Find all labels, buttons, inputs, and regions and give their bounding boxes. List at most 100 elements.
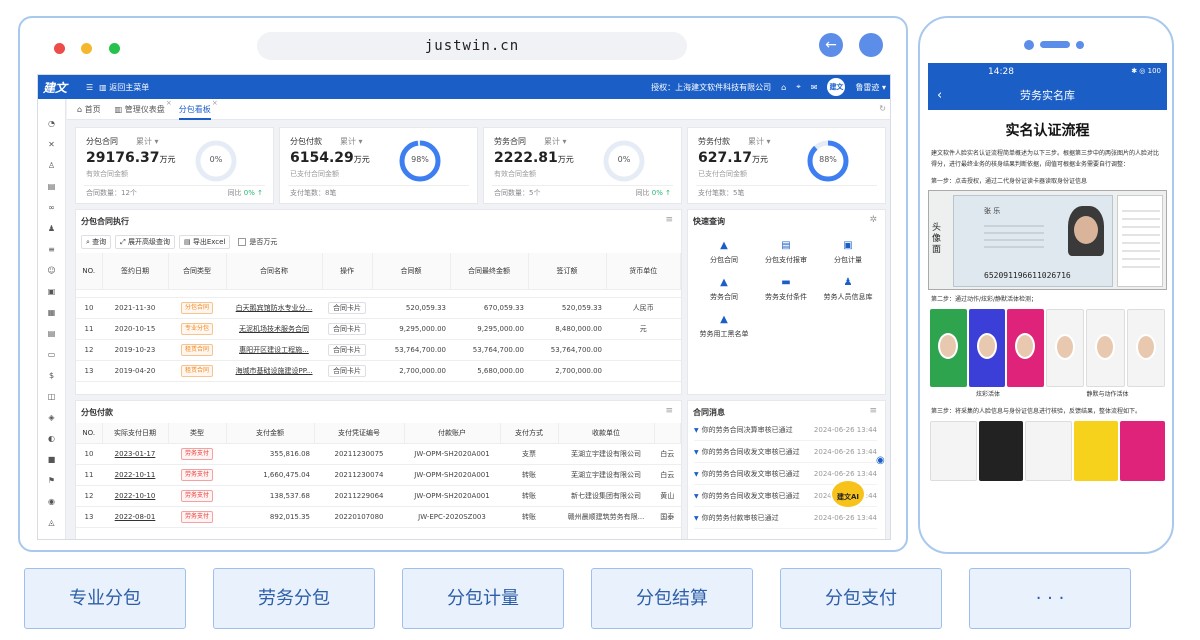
module-subcontract-payment[interactable]: 分包支付 <box>780 568 942 629</box>
table-row[interactable] <box>76 289 681 298</box>
tab-home[interactable]: ⌂ 首页 <box>77 99 101 120</box>
sidebar-doc-icon[interactable]: ▣ <box>47 287 56 296</box>
kpi-period-select[interactable]: 累计 ▾ <box>544 136 567 147</box>
date-link[interactable]: 2022-10-11 <box>115 471 156 479</box>
quick-item[interactable]: ♟ 劳务人员信息库 <box>818 277 878 302</box>
app-logo[interactable]: 建文 <box>38 79 80 96</box>
tab-close-icon[interactable]: × <box>166 93 172 114</box>
username[interactable]: 鲁雷迹 ▾ <box>855 82 886 93</box>
cell-date[interactable]: 2022-10-10 <box>102 485 168 507</box>
date-link[interactable]: 2022-10-10 <box>115 492 156 500</box>
quick-item[interactable]: ▤ 分包支付报审 <box>756 240 816 265</box>
avatar[interactable]: 建文 <box>827 78 846 96</box>
back-arrow-icon[interactable]: ← <box>819 33 843 57</box>
sidebar-box-icon[interactable]: ■ <box>47 455 56 464</box>
date-link[interactable]: 2022-08-01 <box>115 513 156 521</box>
menu-icon[interactable]: ≡ <box>665 406 673 416</box>
contract-card-button[interactable]: 合同卡片 <box>328 301 366 314</box>
sidebar-flag-icon[interactable]: ⚑ <box>47 476 56 485</box>
module-subcontract-measure[interactable]: 分包计量 <box>402 568 564 629</box>
url-bar[interactable]: justwin.cn <box>257 32 687 60</box>
sidebar-link-icon[interactable]: ∞ <box>47 203 56 212</box>
table-row[interactable]: 11 2020-10-15 专业分包 无泥机场技术服务合同 合同卡片 9,295… <box>76 318 681 340</box>
contract-card-button[interactable]: 合同卡片 <box>328 364 366 377</box>
query-button[interactable]: ⌕ 查询 <box>81 235 112 249</box>
contract-name-link[interactable]: 无泥机场技术服务合同 <box>239 325 309 333</box>
table-row[interactable]: 12 2022-10-10 劳务支付 138,537.68 2021122906… <box>76 485 681 507</box>
minimize-dot-icon[interactable] <box>81 43 92 54</box>
module-more[interactable]: · · · <box>969 568 1131 629</box>
org-chart-icon[interactable]: ⌖ <box>796 82 801 92</box>
sidebar-circle-icon[interactable]: ◉ <box>47 497 56 506</box>
wanyuan-checkbox[interactable]: 是否万元 <box>238 235 277 249</box>
eye-icon[interactable]: ◉ <box>876 455 885 466</box>
settings-icon[interactable]: ✲ <box>869 215 877 225</box>
sidebar-money-icon[interactable]: $ <box>47 371 56 380</box>
contract-name-link[interactable]: 白天鹅宾馆防水专业分... <box>236 304 313 312</box>
menu-icon[interactable]: ≡ <box>869 406 877 416</box>
cell-name[interactable]: 惠阳开区建设工程施... <box>226 339 322 361</box>
contract-card-button[interactable]: 合同卡片 <box>328 322 366 335</box>
sidebar-users-icon[interactable]: ♙ <box>47 161 56 170</box>
back-main-menu-link[interactable]: ▥ 返回主菜单 <box>99 82 149 93</box>
kpi-period-select[interactable]: 累计 ▾ <box>136 136 159 147</box>
contract-name-link[interactable]: 惠阳开区建设工程施... <box>239 346 309 354</box>
tab-subcontract-board[interactable]: 分包看板 × <box>178 99 218 120</box>
kpi-card-subcontract[interactable]: 分包合同 累计 ▾ 29176.37万元 有效合同金额 0% 合同数量：12个 … <box>75 127 274 204</box>
module-labor-subcontract[interactable]: 劳务分包 <box>213 568 375 629</box>
sidebar-user-icon[interactable]: ☺ <box>47 266 56 275</box>
home-icon[interactable]: ⌂ <box>781 83 786 92</box>
close-dot-icon[interactable] <box>54 43 65 54</box>
menu-icon[interactable]: ≡ <box>665 215 673 225</box>
sidebar-stack-icon[interactable]: ◫ <box>47 392 56 401</box>
table-row[interactable]: 12 2019-10-23 租赁合同 惠阳开区建设工程施... 合同卡片 53,… <box>76 339 681 361</box>
cell-name[interactable]: 白天鹅宾馆防水专业分... <box>226 297 322 319</box>
back-chevron-icon[interactable]: ‹ <box>937 81 942 110</box>
tab-dashboard[interactable]: ▥ 管理仪表盘 × <box>115 99 172 120</box>
export-excel-button[interactable]: ▤ 导出Excel <box>178 235 231 249</box>
table-row[interactable]: 13 2022-08-01 劳务支付 892,015.35 2022010708… <box>76 506 681 528</box>
sidebar-tools-icon[interactable]: ✕ <box>47 140 56 149</box>
sidebar-book-icon[interactable]: ▦ <box>47 308 56 317</box>
circle-button[interactable] <box>859 33 883 57</box>
cell-date[interactable]: 2022-08-01 <box>102 506 168 528</box>
table-row[interactable]: 10 2023-01-17 劳务支付 355,816.08 2021123007… <box>76 443 681 465</box>
quick-item[interactable]: ▲ 劳务合同 <box>694 277 754 302</box>
chat-icon[interactable]: ✉ <box>811 83 818 92</box>
sidebar-bulb-icon[interactable]: ◈ <box>47 413 56 422</box>
advanced-query-button[interactable]: ⤢ 展开高级查询 <box>115 235 175 249</box>
table-row[interactable]: 11 2022-10-11 劳务支付 1,660,475.04 20211230… <box>76 464 681 486</box>
sidebar-chart-icon[interactable]: ▤ <box>47 182 56 191</box>
cell-date[interactable]: 2023-01-17 <box>102 443 168 465</box>
kpi-card-subcontract-payment[interactable]: 分包付款 累计 ▾ 6154.29万元 已支付合同金额 98% 支付笔数：8笔 <box>279 127 478 204</box>
maximize-dot-icon[interactable] <box>109 43 120 54</box>
hamburger-menu-icon[interactable]: ☰ <box>86 83 93 92</box>
ai-assistant-button[interactable]: 建文AI <box>830 479 866 509</box>
quick-item[interactable]: ▲ 劳务用工黑名单 <box>694 314 754 339</box>
sidebar-shield-icon[interactable]: ◐ <box>47 434 56 443</box>
cell-name[interactable]: 无泥机场技术服务合同 <box>226 318 322 340</box>
sidebar-report-icon[interactable]: ▤ <box>47 329 56 338</box>
message-item[interactable]: ▼你的劳务合同收发文审核已通过 2024-06-26 13:44 <box>694 441 877 463</box>
table-row[interactable]: 10 2021-11-30 分包合同 白天鹅宾馆防水专业分... 合同卡片 52… <box>76 297 681 319</box>
quick-item[interactable]: ▬ 劳务支付条件 <box>756 277 816 302</box>
refresh-icon[interactable]: ↻ <box>879 104 886 113</box>
kpi-card-labor-contract[interactable]: 劳务合同 累计 ▾ 2222.81万元 有效合同金额 0% 合同数量：5个 同比… <box>483 127 682 204</box>
kpi-period-select[interactable]: 累计 ▾ <box>748 136 771 147</box>
sidebar-dashboard-icon[interactable]: ◔ <box>47 119 56 128</box>
date-link[interactable]: 2023-01-17 <box>115 450 156 458</box>
table-row[interactable]: 13 2019-04-20 租赁合同 海城市基础设施建设PP... 合同卡片 2… <box>76 360 681 382</box>
cell-name[interactable]: 海城市基础设施建设PP... <box>226 360 322 382</box>
contract-card-button[interactable]: 合同卡片 <box>328 343 366 356</box>
sidebar-more-icon[interactable]: ◬ <box>47 518 56 527</box>
message-item[interactable]: ▼ 你的劳务合同决算审核已通过 2024-06-26 13:44 <box>694 419 877 441</box>
kpi-card-labor-payment[interactable]: 劳务付款 累计 ▾ 627.17万元 已支付合同金额 88% 支付笔数：5笔 <box>687 127 886 204</box>
cell-date[interactable]: 2022-10-11 <box>102 464 168 486</box>
sidebar-list-icon[interactable]: ≡ <box>47 245 56 254</box>
quick-item[interactable]: ▲ 分包合同 <box>694 240 754 265</box>
contract-name-link[interactable]: 海城市基础设施建设PP... <box>235 367 312 375</box>
quick-item[interactable]: ▣ 分包计量 <box>818 240 878 265</box>
module-professional-subcontract[interactable]: 专业分包 <box>24 568 186 629</box>
sidebar-person-icon[interactable]: ♟ <box>47 224 56 233</box>
kpi-period-select[interactable]: 累计 ▾ <box>340 136 363 147</box>
